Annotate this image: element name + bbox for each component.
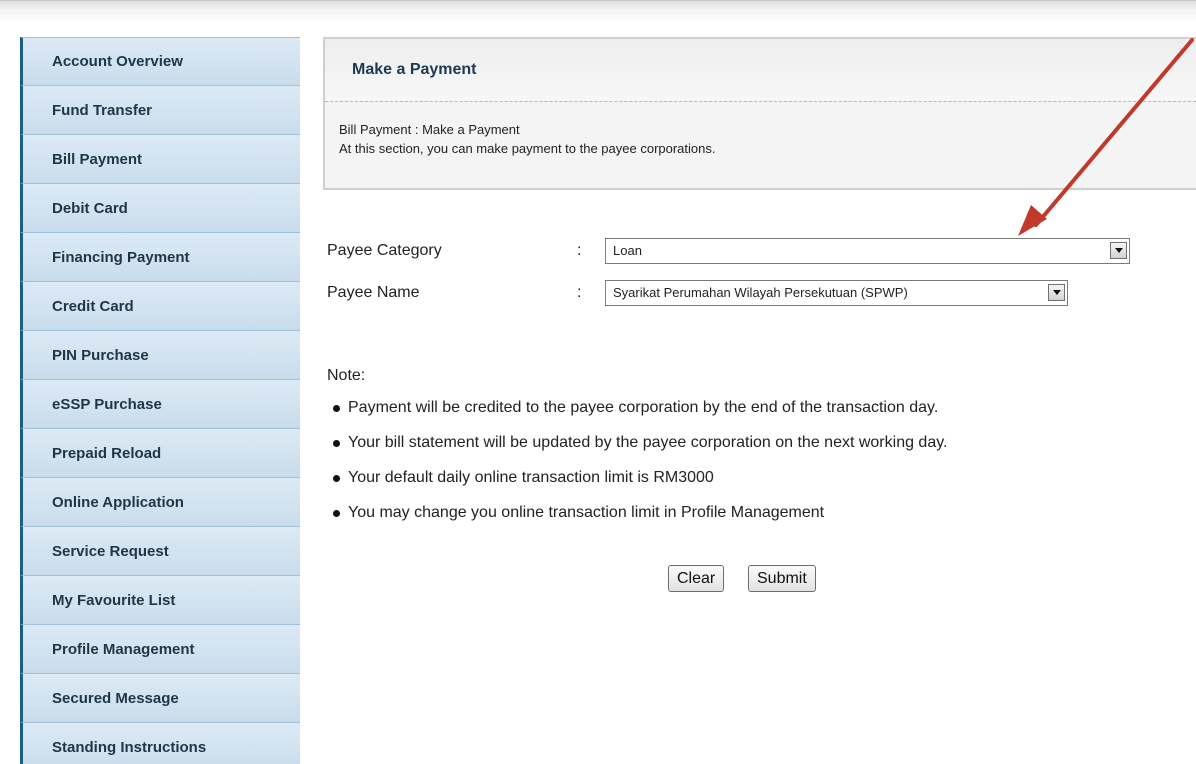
sidebar-item-label: Online Application bbox=[52, 493, 184, 511]
payee-category-value: Loan bbox=[613, 243, 642, 258]
clear-button[interactable]: Clear bbox=[668, 565, 725, 592]
sidebar-item-label: eSSP Purchase bbox=[52, 395, 162, 413]
sidebar-nav: Account Overview Fund Transfer Bill Paym… bbox=[20, 37, 300, 764]
chevron-down-icon[interactable] bbox=[1110, 242, 1127, 259]
sidebar-item-label: Bill Payment bbox=[52, 150, 143, 168]
panel-header: Make a Payment bbox=[325, 39, 1196, 102]
sidebar-item-label: Fund Transfer bbox=[52, 101, 153, 119]
sidebar-item-essp-purchase[interactable]: eSSP Purchase bbox=[20, 380, 300, 429]
list-item: You may change you online transaction li… bbox=[333, 504, 947, 539]
sidebar-item-online-application[interactable]: Online Application bbox=[20, 478, 300, 527]
payee-category-row: Payee Category : Loan bbox=[327, 238, 1130, 264]
payee-name-select[interactable]: Syarikat Perumahan Wilayah Persekutuan (… bbox=[605, 280, 1068, 306]
payee-name-label: Payee Name bbox=[327, 284, 420, 301]
sidebar-item-credit-card[interactable]: Credit Card bbox=[20, 282, 300, 331]
info-panel: Make a Payment Bill Payment : Make a Pay… bbox=[323, 37, 1196, 190]
submit-button[interactable]: Submit bbox=[748, 565, 816, 592]
payee-name-row: Payee Name : Syarikat Perumahan Wilayah … bbox=[327, 280, 1068, 306]
note-list: Payment will be credited to the payee co… bbox=[333, 399, 947, 539]
sidebar-item-fund-transfer[interactable]: Fund Transfer bbox=[20, 86, 300, 135]
sidebar-item-standing-instructions[interactable]: Standing Instructions bbox=[20, 723, 300, 764]
payee-category-select[interactable]: Loan bbox=[605, 238, 1130, 264]
list-item: Your default daily online transaction li… bbox=[333, 469, 947, 504]
chevron-down-icon[interactable] bbox=[1048, 284, 1065, 301]
list-item: Payment will be credited to the payee co… bbox=[333, 399, 947, 434]
sidebar-item-pin-purchase[interactable]: PIN Purchase bbox=[20, 331, 300, 380]
section-description: At this section, you can make payment to… bbox=[339, 141, 716, 156]
sidebar-item-label: Prepaid Reload bbox=[52, 444, 162, 462]
main-content: Make a Payment Bill Payment : Make a Pay… bbox=[323, 37, 1196, 592]
sidebar-item-profile-management[interactable]: Profile Management bbox=[20, 625, 300, 674]
panel-body: Bill Payment : Make a Payment At this se… bbox=[325, 102, 1196, 158]
bullet-icon bbox=[333, 440, 340, 447]
sidebar-item-account-overview[interactable]: Account Overview bbox=[20, 37, 300, 86]
page-title: Make a Payment bbox=[352, 61, 477, 78]
payee-name-value: Syarikat Perumahan Wilayah Persekutuan (… bbox=[613, 285, 908, 300]
breadcrumb: Bill Payment : Make a Payment bbox=[339, 122, 520, 137]
sidebar-item-label: Financing Payment bbox=[52, 248, 190, 266]
note-text: Payment will be credited to the payee co… bbox=[348, 399, 939, 416]
bullet-icon bbox=[333, 405, 340, 412]
sidebar-item-label: PIN Purchase bbox=[52, 346, 149, 364]
note-text: Your bill statement will be updated by t… bbox=[348, 434, 948, 451]
payee-name-colon: : bbox=[577, 284, 582, 301]
top-border bbox=[0, 0, 1196, 1]
sidebar-item-label: Standing Instructions bbox=[52, 738, 207, 756]
sidebar-item-debit-card[interactable]: Debit Card bbox=[20, 184, 300, 233]
sidebar-item-secured-message[interactable]: Secured Message bbox=[20, 674, 300, 723]
sidebar-item-label: Secured Message bbox=[52, 689, 179, 707]
sidebar-item-financing-payment[interactable]: Financing Payment bbox=[20, 233, 300, 282]
payee-category-label: Payee Category bbox=[327, 242, 442, 259]
sidebar-item-label: My Favourite List bbox=[52, 591, 176, 609]
page: Account Overview Fund Transfer Bill Paym… bbox=[0, 0, 1196, 764]
sidebar-item-my-favourite-list[interactable]: My Favourite List bbox=[20, 576, 300, 625]
sidebar-item-label: Account Overview bbox=[52, 53, 183, 70]
sidebar-item-label: Credit Card bbox=[52, 297, 134, 315]
payee-category-colon: : bbox=[577, 242, 582, 259]
sidebar-item-label: Profile Management bbox=[52, 640, 195, 658]
list-item: Your bill statement will be updated by t… bbox=[333, 434, 947, 469]
bullet-icon bbox=[333, 475, 340, 482]
note-title: Note: bbox=[327, 367, 366, 384]
bullet-icon bbox=[333, 510, 340, 517]
sidebar-item-label: Service Request bbox=[52, 542, 169, 560]
sidebar-item-bill-payment[interactable]: Bill Payment bbox=[20, 135, 300, 184]
note-text: You may change you online transaction li… bbox=[348, 504, 825, 521]
note-text: Your default daily online transaction li… bbox=[348, 469, 714, 486]
sidebar-item-service-request[interactable]: Service Request bbox=[20, 527, 300, 576]
sidebar-item-prepaid-reload[interactable]: Prepaid Reload bbox=[20, 429, 300, 478]
sidebar-item-label: Debit Card bbox=[52, 199, 128, 217]
